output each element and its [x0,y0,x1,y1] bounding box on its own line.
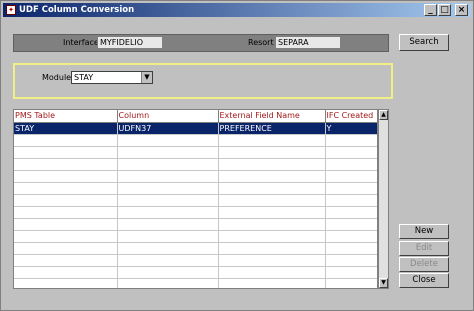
resort-field: SEPARA [275,36,341,49]
table-cell-empty [218,158,326,171]
table-cell-empty [117,242,219,255]
cell-ifc-created: Y [325,122,377,135]
table-row-empty[interactable] [14,266,377,279]
table-row-empty[interactable] [14,134,377,147]
table-cell-empty [218,242,326,255]
table-cell-empty [218,218,326,231]
table-row[interactable]: STAY UDFN37 PREFERENCE Y [14,122,377,135]
table-cell-empty [325,218,377,231]
conversion-table: PMS Table Column External Field Name IFC… [13,109,378,289]
module-select-value: STAY [74,73,94,82]
column-header-ifc-created[interactable]: IFC Created [325,110,377,123]
cell-pms-table: STAY [14,122,118,135]
delete-button[interactable]: Delete [399,257,449,272]
module-select[interactable]: STAY ▼ [71,71,153,84]
table-cell-empty [325,170,377,183]
table-cell-empty [14,218,118,231]
table-row-empty[interactable] [14,194,377,207]
udf-column-conversion-window: ✦ UDF Column Conversion _ □ × Interface … [0,0,474,311]
table-cell-empty [14,266,118,279]
new-button[interactable]: New [399,224,449,239]
table-cell-empty [117,266,219,279]
table-cell-empty [218,146,326,159]
module-label: Module [42,73,72,82]
table-cell-empty [14,170,118,183]
table-cell-empty [14,278,118,288]
table-cell-empty [325,158,377,171]
table-cell-empty [218,134,326,147]
table-cell-empty [218,266,326,279]
table-cell-empty [325,230,377,243]
table-cell-empty [117,218,219,231]
chevron-down-icon[interactable]: ▼ [141,72,152,83]
resort-label: Resort [248,38,274,47]
table-cell-empty [117,182,219,195]
table-row-empty[interactable] [14,206,377,219]
table-cell-empty [14,194,118,207]
column-header-pms-table[interactable]: PMS Table [14,110,118,123]
table-cell-empty [14,230,118,243]
table-cell-empty [14,158,118,171]
table-cell-empty [117,194,219,207]
table-cell-empty [325,242,377,255]
interface-field: MYFIDELIO [97,36,163,49]
table-row-empty[interactable] [14,278,377,288]
table-cell-empty [325,254,377,267]
table-cell-empty [218,182,326,195]
table-row-empty[interactable] [14,170,377,183]
table-cell-empty [117,170,219,183]
table-cell-empty [14,134,118,147]
table-cell-empty [325,146,377,159]
title-bar: ✦ UDF Column Conversion _ □ × [3,3,471,17]
table-cell-empty [218,254,326,267]
table-cell-empty [218,194,326,207]
close-window-button[interactable]: × [455,4,468,16]
app-icon: ✦ [6,5,16,15]
table-cell-empty [14,206,118,219]
table-row-empty[interactable] [14,146,377,159]
window-title: UDF Column Conversion [19,5,135,15]
table-cell-empty [325,206,377,219]
table-row-empty[interactable] [14,230,377,243]
table-cell-empty [325,278,377,288]
table-row-empty[interactable] [14,254,377,267]
cell-external-field-name: PREFERENCE [218,122,326,135]
table-cell-empty [325,182,377,195]
table-cell-empty [117,230,219,243]
close-button[interactable]: Close [399,273,449,288]
table-cell-empty [14,254,118,267]
table-row-empty[interactable] [14,242,377,255]
table-cell-empty [117,254,219,267]
column-header-column[interactable]: Column [117,110,219,123]
table-header-row: PMS Table Column External Field Name IFC… [14,110,377,123]
table-cell-empty [117,134,219,147]
table-cell-empty [14,242,118,255]
table-cell-empty [117,158,219,171]
table-cell-empty [218,170,326,183]
table-cell-empty [14,182,118,195]
table-row-empty[interactable] [14,182,377,195]
interface-label: Interface [63,38,99,47]
table-row-empty[interactable] [14,218,377,231]
table-cell-empty [325,266,377,279]
edit-button[interactable]: Edit [399,241,449,256]
maximize-button[interactable]: □ [438,4,451,16]
table-cell-empty [117,146,219,159]
scroll-up-icon[interactable]: ▲ [379,110,388,120]
table-cell-empty [325,134,377,147]
table-cell-empty [14,146,118,159]
column-header-external-field-name[interactable]: External Field Name [218,110,326,123]
cell-column: UDFN37 [117,122,219,135]
table-scrollbar[interactable]: ▲ ▼ [378,109,389,289]
table-cell-empty [325,194,377,207]
table-cell-empty [117,206,219,219]
table-row-empty[interactable] [14,158,377,171]
table-cell-empty [117,278,219,288]
table-cell-empty [218,278,326,288]
minimize-button[interactable]: _ [424,4,437,16]
table-cell-empty [218,206,326,219]
search-button[interactable]: Search [399,34,449,51]
table-cell-empty [218,230,326,243]
scroll-down-icon[interactable]: ▼ [379,278,388,288]
